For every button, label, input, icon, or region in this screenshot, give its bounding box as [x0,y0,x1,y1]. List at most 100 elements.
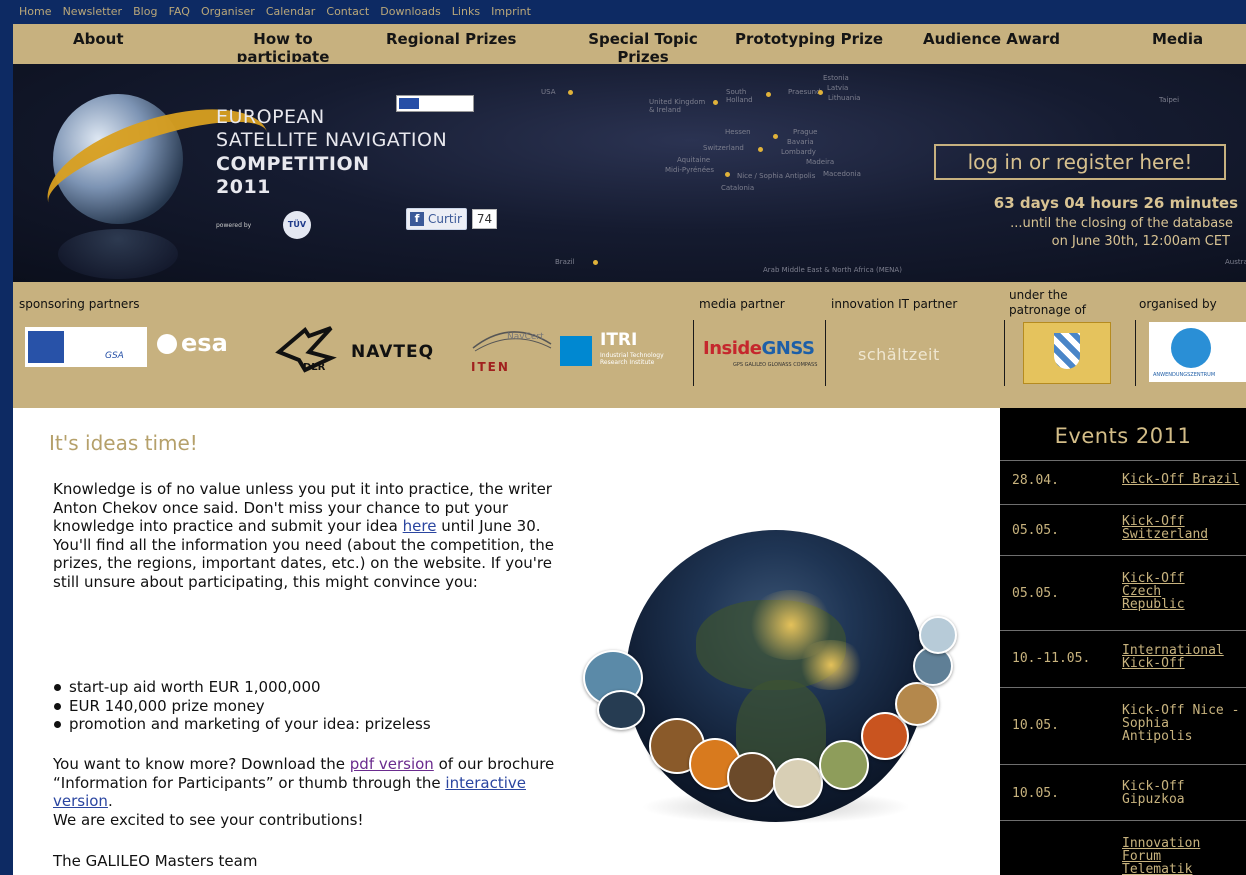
map-label: Lombardy [781,148,816,156]
map-label: Madeira [806,158,835,166]
top-link-organiser[interactable]: Organiser [201,0,255,24]
top-link-links[interactable]: Links [452,0,480,24]
separator [693,320,694,386]
competition-title-line2: SATELLITE NAVIGATION [216,129,448,151]
nav-audience-award[interactable]: Audience Award [923,30,1060,48]
map-label: Praesund [788,88,821,96]
facebook-like: f Curtir 74 [406,208,498,230]
insidegnss-label-a: Inside [703,338,762,359]
city-lights [796,640,866,690]
tuv-badge: TÜV [283,211,311,239]
eu-flag-stars [399,98,419,109]
event-link-kickoff-switzerland[interactable]: Kick-Off Switzerland [1122,515,1246,541]
it-partner-label: innovation IT partner [831,297,958,311]
itri-sublabel: Industrial Technology Research Institute [600,352,664,366]
patronage-label-2: patronage of [1009,303,1087,317]
partner-schaltzeit-logo[interactable]: schältzeit [858,345,940,364]
main-nav: About How to participate Regional Prizes… [13,24,1246,64]
map-dot [758,147,763,152]
photo-orb [819,740,869,790]
top-link-contact[interactable]: Contact [326,0,369,24]
nav-prototyping-prize[interactable]: Prototyping Prize [735,30,883,48]
map-label: Latvia [827,84,849,92]
map-label: Estonia [823,74,849,82]
partner-dlr-logo[interactable]: DLR [269,324,341,376]
event-date: 10.05. [1012,718,1059,733]
nav-special-topic-prizes[interactable]: Special Topic Prizes [573,30,713,62]
nav-media[interactable]: Media [1152,30,1203,48]
top-link-home[interactable]: Home [19,0,51,24]
bavaria-coat-of-arms[interactable] [1023,322,1111,384]
partner-esa-logo[interactable]: esa [157,329,228,365]
partner-navcert-logo[interactable]: NavCert ITEN [471,324,553,382]
event-row: 10.-11.05. International Kick-Off [1000,630,1246,688]
pdf-version-link[interactable]: pdf version [350,755,434,773]
nav-about[interactable]: About [73,30,124,48]
partner-anwendungszentrum-logo[interactable]: ANWENDUNGSZENTRUM [1149,322,1246,382]
itri-label: ITRI [600,330,638,350]
top-link-imprint[interactable]: Imprint [491,0,531,24]
login-register-button[interactable]: log in or register here! [934,144,1226,180]
intro-paragraph: Knowledge is of no value unless you put … [53,480,573,591]
signoff: The GALILEO Masters team [53,852,258,870]
map-label: Midi-Pyrénées [665,166,714,174]
partner-gsa-logo[interactable]: GSA [25,327,147,367]
top-link-calendar[interactable]: Calendar [266,0,315,24]
header-banner: USA United Kingdom & Ireland South Holla… [13,64,1246,282]
list-item: EUR 140,000 prize money [54,697,431,716]
facebook-like-label: Curtir [428,212,462,226]
phone-orb [597,690,645,730]
gsa-label: GSA [105,351,124,361]
nav-how-to-participate[interactable]: How to participate [218,30,348,62]
partner-insidegnss-logo[interactable]: InsideGNSS [703,338,815,359]
top-link-downloads[interactable]: Downloads [380,0,440,24]
partner-itri-logo[interactable]: ITRI Industrial Technology Research Inst… [560,330,672,370]
event-link-innovation-forum[interactable]: Innovation Forum Telematik / [1122,837,1202,875]
photo-orb [727,752,777,802]
countdown-sub2: on June 30th, 12:00am CET [1051,234,1230,249]
competition-title-line1: EUROPEAN [216,106,325,128]
submit-here-link[interactable]: here [403,517,437,535]
facebook-like-button[interactable]: f Curtir [406,208,467,230]
event-link-kickoff-brazil[interactable]: Kick-Off Brazil [1122,473,1246,486]
page: Home Newsletter Blog FAQ Organiser Calen… [13,0,1246,875]
map-dot [713,100,718,105]
map-label: Australia [1225,258,1246,266]
event-link-international-kickoff[interactable]: International Kick-Off [1122,644,1246,670]
esa-label: esa [181,329,228,357]
map-label: USA [541,88,556,96]
navcert-label: NavCert [507,332,544,342]
top-link-blog[interactable]: Blog [133,0,157,24]
map-dot [568,90,573,95]
map-label: Nice / Sophia Antipolis [737,172,816,180]
event-link-kickoff-czech-republic[interactable]: Kick-Off Czech Republic [1122,572,1194,611]
logo-reflection [58,229,178,279]
event-name: Kick-Off Gipuzkoa [1122,779,1185,807]
benefits-list: start-up aid worth EUR 1,000,000 EUR 140… [53,678,431,734]
organised-by-label: organised by [1139,297,1217,311]
separator [1004,320,1005,386]
top-link-faq[interactable]: FAQ [169,0,190,24]
top-link-newsletter[interactable]: Newsletter [63,0,122,24]
competition-title-line3: COMPETITION [216,153,370,175]
map-label: Brazil [555,258,575,266]
map-label: Arab Middle East & North Africa (MENA) [763,266,902,274]
events-sidebar: Events 2011 28.04. Kick-Off Brazil 05.05… [1000,408,1246,875]
map-dot [725,172,730,177]
partner-navteq-logo[interactable]: NAVTEQ [351,342,434,362]
photo-orb [919,616,957,654]
map-label: Aquitaine [677,156,711,164]
patronage-label-1: under the [1009,288,1068,302]
map-label: Bavaria [787,138,814,146]
map-label: Hessen [725,128,751,136]
top-links: Home Newsletter Blog FAQ Organiser Calen… [13,0,1246,24]
event-row: 05.05. Kick-Off Czech Republic [1000,555,1246,631]
events-title: Events 2011 [1054,424,1192,448]
map-label: Catalonia [721,184,755,192]
anwendungszentrum-label: ANWENDUNGSZENTRUM [1153,372,1216,378]
crest-icon [1054,333,1080,369]
iten-label: ITEN [471,360,510,374]
article-title: It's ideas time! [49,431,198,455]
nav-regional-prizes[interactable]: Regional Prizes [386,30,516,48]
map-dot [818,90,823,95]
